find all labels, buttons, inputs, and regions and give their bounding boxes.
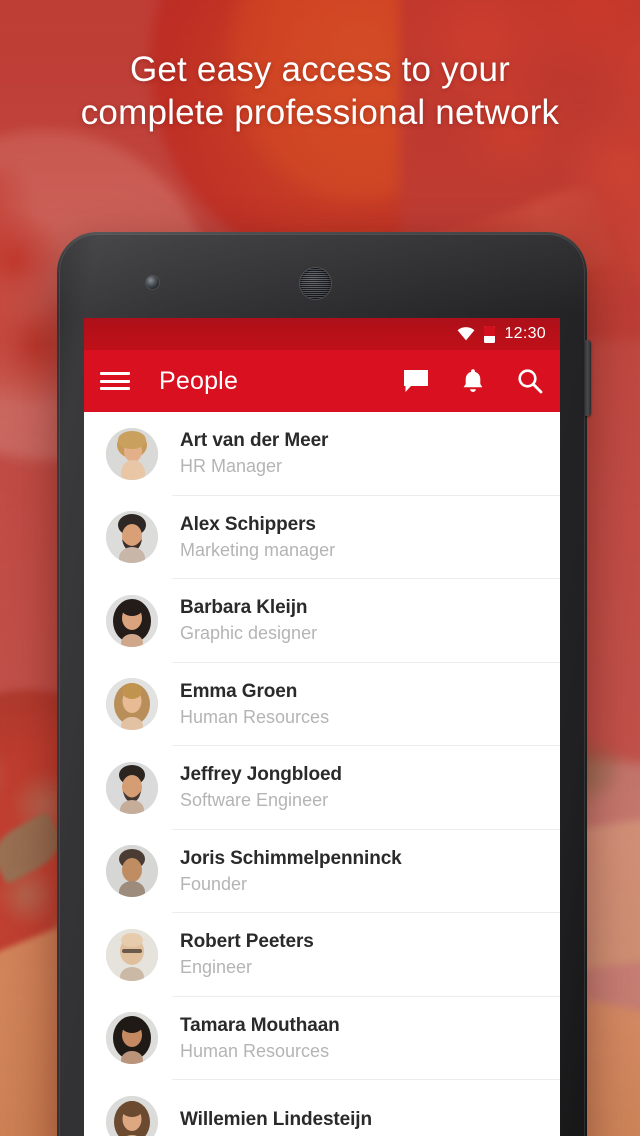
person-name: Emma Groen [180,680,298,702]
list-item-text: Robert Peeters Engineer [180,931,314,978]
list-item-text: Jeffrey Jongbloed Software Engineer [180,764,342,811]
avatar [106,678,158,731]
phone-mockup: 12:30 People Art van der Meer HR Manager… [57,232,591,1136]
person-name: Tamara Mouthaan [180,1014,340,1036]
avatar [106,427,158,480]
person-name: Barbara Kleijn [180,597,308,619]
wifi-icon [457,327,475,341]
avatar [106,1012,158,1065]
list-item[interactable]: Tamara Mouthaan Human Resources [84,997,560,1081]
list-item-text: Tamara Mouthaan Human Resources [180,1015,340,1062]
list-item-text: Art van der Meer HR Manager [180,430,328,477]
list-item[interactable]: Alex Schippers Marketing manager [84,496,560,580]
avatar [106,845,158,898]
people-list: Art van der Meer HR Manager Alex Schippe… [84,412,560,1136]
earpiece-speaker-icon [300,268,331,299]
list-item-text: Emma Groen Human Resources [180,681,329,728]
person-role: Human Resources [180,706,330,727]
person-role: HR Manager [180,456,283,477]
list-item-text: Barbara Kleijn Graphic designer [180,597,317,644]
chat-bubble-icon[interactable] [402,367,430,395]
list-item[interactable]: Art van der Meer HR Manager [84,412,560,496]
bell-icon[interactable] [459,367,487,395]
status-bar: 12:30 [84,318,560,350]
list-item[interactable]: Robert Peeters Engineer [84,913,560,997]
list-item[interactable]: Barbara Kleijn Graphic designer [84,579,560,663]
person-role: Human Resources [180,1040,330,1061]
app-bar-actions [402,367,544,395]
search-icon[interactable] [516,367,544,395]
avatar [106,594,158,647]
person-name: Alex Schippers [180,513,316,535]
person-role: Software Engineer [180,790,329,811]
person-role: Founder [180,873,248,894]
front-camera-icon [146,276,159,289]
person-role: Graphic designer [180,623,318,644]
list-item-text: Alex Schippers Marketing manager [180,514,335,561]
battery-icon [484,325,496,343]
promo-headline: Get easy access to your complete profess… [80,50,560,132]
person-role: Engineer [180,957,253,978]
list-item[interactable]: Emma Groen Human Resources [84,663,560,747]
app-bar: People [84,350,560,412]
person-name: Joris Schimmelpenninck [180,847,402,869]
person-name: Willemien Lindesteijn [180,1108,372,1130]
avatar [106,761,158,814]
person-name: Jeffrey Jongbloed [180,764,342,786]
list-item-text: Joris Schimmelpenninck Founder [180,848,402,895]
status-bar-clock: 12:30 [504,325,546,342]
avatar [106,511,158,564]
avatar [106,1095,158,1136]
list-item-text: Willemien Lindesteijn [180,1109,372,1135]
hamburger-menu-icon[interactable] [100,370,130,392]
avatar [106,928,158,981]
list-item[interactable]: Joris Schimmelpenninck Founder [84,830,560,914]
person-name: Robert Peeters [180,931,314,953]
phone-screen: 12:30 People Art van der Meer HR Manager… [84,318,560,1136]
list-item[interactable]: Jeffrey Jongbloed Software Engineer [84,746,560,830]
list-item[interactable]: Willemien Lindesteijn [84,1080,560,1136]
person-name: Art van der Meer [180,430,329,452]
power-button[interactable] [585,340,591,416]
person-role: Marketing manager [180,539,336,560]
page-title: People [159,366,239,395]
